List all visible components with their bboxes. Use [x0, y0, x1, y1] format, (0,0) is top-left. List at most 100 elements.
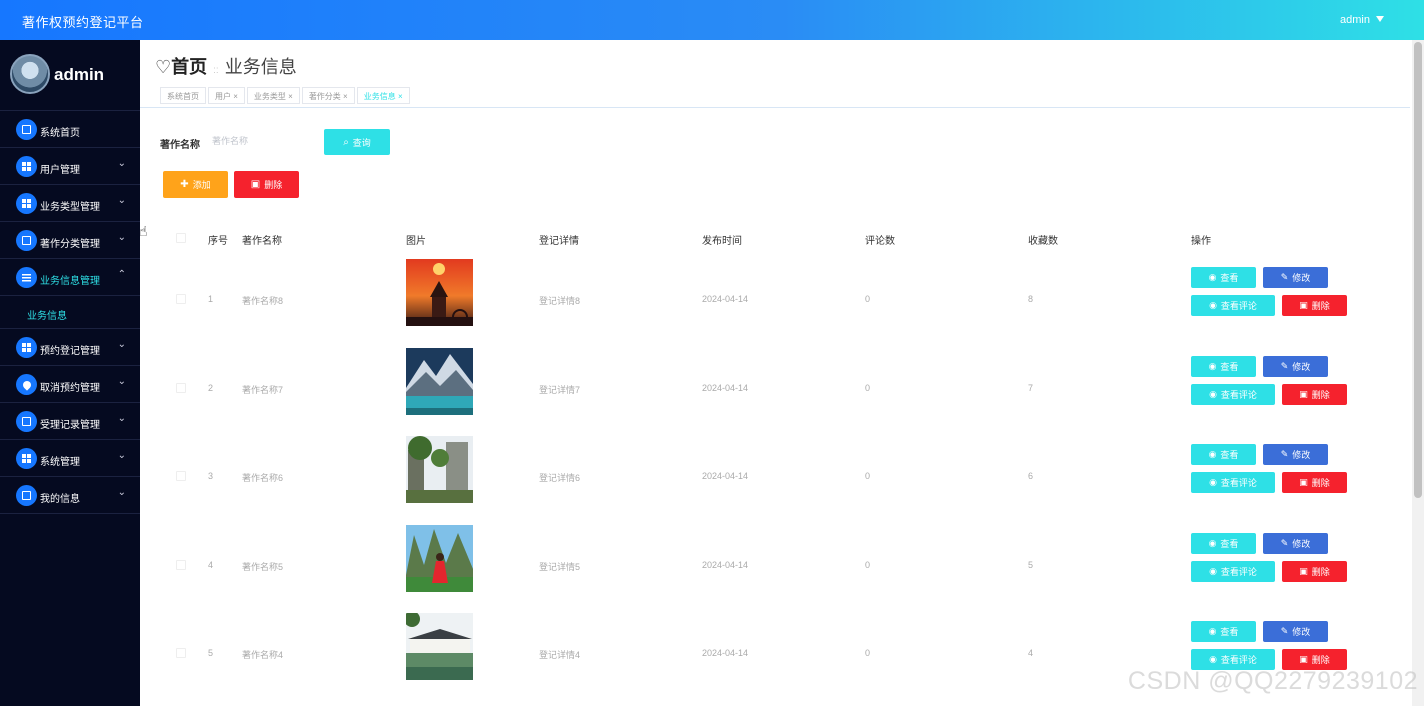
sidebar-item-my-info[interactable]: 我的信息 ⌄ — [0, 477, 140, 514]
sidebar-item-label: 预约登记管理 — [40, 346, 100, 357]
view-button[interactable]: ◉ 查看 — [1191, 267, 1256, 288]
sidebar-item-label: 受理记录管理 — [40, 420, 100, 431]
row-checkbox[interactable] — [176, 559, 186, 570]
chevron-down-icon: ⌄ — [117, 376, 126, 387]
row-checkbox[interactable] — [176, 382, 186, 393]
mouse-cursor-icon: ☝ — [139, 223, 148, 239]
edit-label: 修改 — [1292, 450, 1311, 460]
trash-icon: ▣ — [250, 179, 261, 190]
close-icon[interactable]: × — [343, 92, 348, 101]
sidebar-item-work-categories[interactable]: 著作分类管理 ⌄ — [0, 222, 140, 259]
tag-work-categories[interactable]: 著作分类 × — [301, 87, 355, 104]
cell-time: 2024-04-14 — [702, 559, 749, 570]
breadcrumb-home[interactable]: 首页 — [171, 57, 207, 77]
comments-label: 查看评论 — [1220, 478, 1257, 488]
view-comments-button[interactable]: ◉ 查看评论 — [1191, 295, 1275, 316]
table-row: 4 著作名称5 登记详情5 2024-04-14 0 5 ◉ 查看 ✎ 修改 ◉ 查看… — [162, 522, 1390, 611]
chevron-down-icon: ⌄ — [117, 158, 126, 169]
comments-label: 查看评论 — [1220, 301, 1257, 311]
cell-time: 2024-04-14 — [702, 382, 749, 393]
edit-label: 修改 — [1292, 627, 1311, 637]
sidebar-item-label: 著作分类管理 — [40, 239, 100, 250]
page-scrollbar[interactable] — [1412, 40, 1424, 706]
eye-icon: ◉ — [1208, 272, 1217, 282]
watermark: CSDN @QQ2279239102 — [1127, 667, 1418, 695]
edit-button[interactable]: ✎ 修改 — [1263, 621, 1328, 642]
close-icon[interactable]: × — [233, 92, 238, 101]
edit-button[interactable]: ✎ 修改 — [1263, 355, 1328, 377]
sidebar-item-users[interactable]: 用户管理 ⌄ — [0, 148, 140, 185]
cell-detail: 登记详情5 — [539, 561, 581, 572]
row-checkbox[interactable] — [176, 294, 186, 304]
view-button[interactable]: ◉ 查看 — [1191, 532, 1256, 554]
user-menu[interactable]: admin — [1340, 14, 1384, 26]
view-button[interactable]: ◉ 查看 — [1191, 355, 1256, 377]
edit-button[interactable]: ✎ 修改 — [1263, 444, 1328, 465]
edit-button[interactable]: ✎ 修改 — [1263, 532, 1328, 554]
close-icon[interactable]: × — [288, 92, 293, 101]
cell-favorites: 4 — [1028, 648, 1034, 658]
cell-index: 3 — [208, 471, 214, 481]
sidebar-item-business-info[interactable]: 业务信息管理 ⌃ — [0, 259, 140, 296]
sidebar-item-records[interactable]: 受理记录管理 ⌄ — [0, 403, 140, 440]
view-comments-button[interactable]: ◉ 查看评论 — [1191, 560, 1275, 582]
delete-button[interactable]: ▣ 删除 — [1282, 560, 1347, 582]
trash-icon: ▣ — [1299, 565, 1308, 576]
cell-name: 著作名称4 — [242, 650, 284, 660]
delete-label: 删除 — [1311, 301, 1330, 311]
delete-button[interactable]: ▣ 删除 — [1282, 472, 1347, 493]
view-comments-button[interactable]: ◉ 查看评论 — [1191, 472, 1275, 493]
cell-favorites: 8 — [1028, 294, 1034, 304]
edit-button[interactable]: ✎ 修改 — [1263, 267, 1328, 288]
sidebar-item-system[interactable]: 系统管理 ⌄ — [0, 440, 140, 477]
search-input[interactable] — [206, 129, 316, 153]
delete-button[interactable]: ▣ 删除 — [1282, 295, 1347, 316]
grid-icon — [16, 337, 37, 358]
sidebar-item-business-types[interactable]: 业务类型管理 ⌄ — [0, 185, 140, 222]
view-button[interactable]: ◉ 查看 — [1191, 621, 1256, 642]
tag-business-info[interactable]: 业务信息 × — [356, 87, 410, 104]
header-time: 发布时间 — [702, 236, 742, 247]
scrollbar-thumb[interactable] — [1414, 42, 1422, 498]
delete-button[interactable]: ▣ 删除 — [1282, 383, 1347, 405]
tag-label: 业务类型 — [253, 92, 286, 101]
grid-icon — [16, 448, 37, 469]
delete-label: 删除 — [1311, 478, 1330, 488]
search-button[interactable]: ⌕ 查询 — [324, 129, 390, 155]
edit-label: 修改 — [1292, 273, 1311, 283]
table-row: 1 著作名称8 登记详情8 2024-04-14 0 8 ◉ 查看 ✎ 修改 ◉ 查看… — [162, 256, 1390, 345]
tag-label: 系统首页 — [167, 92, 199, 101]
cell-favorites: 5 — [1028, 559, 1034, 570]
trash-icon: ▣ — [1299, 654, 1308, 664]
tag-users[interactable]: 用户 × — [208, 87, 245, 104]
header-comments: 评论数 — [865, 236, 895, 247]
cell-favorites: 7 — [1028, 382, 1034, 393]
cell-time: 2024-04-14 — [702, 648, 749, 658]
cell-comments: 0 — [865, 382, 871, 393]
view-comments-button[interactable]: ◉ 查看评论 — [1191, 383, 1275, 405]
sidebar-item-label: 系统管理 — [40, 457, 80, 468]
row-checkbox[interactable] — [176, 648, 186, 658]
card-icon — [16, 485, 37, 506]
tag-bar: 系统首页 用户 × 业务类型 × 著作分类 × 业务信息 × — [160, 87, 412, 106]
sidebar-subitem-business-info[interactable]: 业务信息 — [0, 296, 140, 329]
sidebar-item-cancellations[interactable]: 取消预约管理 ⌄ — [0, 366, 140, 403]
select-all-checkbox[interactable] — [176, 233, 186, 243]
pencil-icon: ✎ — [1280, 537, 1289, 548]
sidebar-item-home[interactable]: 系统首页 — [0, 111, 140, 148]
view-button[interactable]: ◉ 查看 — [1191, 444, 1256, 465]
add-button[interactable]: ✚ 添加 — [163, 171, 228, 198]
divider — [140, 107, 1410, 108]
close-icon[interactable]: × — [398, 92, 403, 101]
delete-label: 删除 — [1311, 389, 1330, 400]
cell-comments: 0 — [865, 294, 871, 304]
tag-home[interactable]: 系统首页 — [160, 87, 206, 104]
row-checkbox[interactable] — [176, 471, 186, 481]
chevron-up-icon: ⌃ — [117, 269, 126, 280]
sidebar-item-label: 用户管理 — [40, 165, 80, 176]
sidebar-item-reservations[interactable]: 预约登记管理 ⌄ — [0, 329, 140, 366]
tag-business-types[interactable]: 业务类型 × — [246, 87, 300, 104]
batch-delete-button[interactable]: ▣ 删除 — [234, 171, 299, 198]
work-image — [406, 613, 473, 680]
cell-index: 1 — [208, 294, 214, 304]
